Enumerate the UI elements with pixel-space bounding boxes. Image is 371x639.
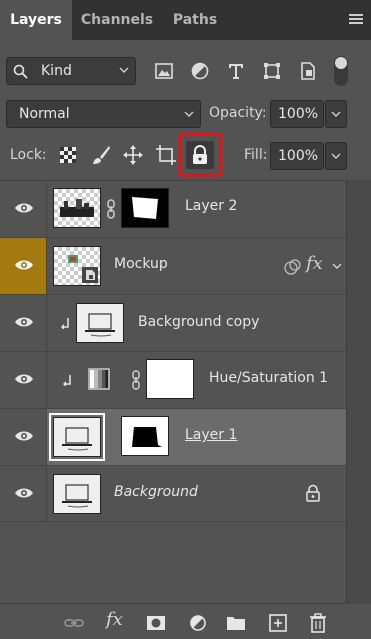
layer-name[interactable]: Background	[114, 484, 198, 500]
fx-label[interactable]: fx	[306, 253, 323, 274]
tab-paths[interactable]: Paths	[162, 0, 228, 40]
layer-name[interactable]: Background copy	[138, 314, 259, 330]
image-filter-icon[interactable]	[153, 60, 175, 82]
opacity-input[interactable]: 100%	[270, 100, 324, 128]
new-group-icon[interactable]	[225, 612, 247, 634]
lock-artboard-icon[interactable]	[154, 143, 178, 167]
layer-thumbnail[interactable]	[76, 303, 124, 343]
layer-thumbnail[interactable]	[53, 246, 101, 286]
opacity-dropdown[interactable]	[325, 100, 347, 128]
fill-input[interactable]: 100%	[270, 142, 324, 170]
layer-row-layer-1[interactable]: Layer 1	[0, 408, 346, 465]
delete-layer-icon[interactable]	[307, 612, 329, 634]
clipping-mask-icon	[61, 318, 69, 329]
layer-thumbnail[interactable]	[53, 474, 101, 514]
hue-saturation-icon[interactable]	[88, 368, 110, 390]
layer-mask-thumbnail[interactable]	[121, 188, 169, 228]
shape-filter-icon[interactable]	[261, 60, 283, 82]
fx-icon[interactable]: fx	[106, 609, 123, 630]
blend-mode-label: Normal	[19, 106, 70, 122]
adjustment-filter-icon[interactable]	[189, 60, 211, 82]
chevron-down-icon	[331, 153, 341, 159]
lock-icon[interactable]	[305, 484, 321, 502]
layer-row-hue-saturation-1[interactable]: Hue/Saturation 1	[0, 351, 346, 408]
layers-scrollbar[interactable]	[346, 180, 371, 603]
eye-icon	[15, 260, 33, 270]
layers-bottom-toolbar: fx	[0, 603, 371, 639]
eye-icon	[15, 374, 33, 384]
eye-icon	[15, 488, 33, 498]
panel-tab-bar: Layers Channels Paths	[0, 0, 371, 40]
layer-row-mockup[interactable]: Mockup fx	[0, 237, 346, 294]
add-mask-icon[interactable]	[145, 612, 167, 634]
clipping-mask-icon	[63, 375, 71, 386]
layer-row-background-copy[interactable]: Background copy	[0, 294, 346, 351]
lock-all-highlight	[178, 133, 222, 177]
smart-object-filter-icon[interactable]	[297, 60, 319, 82]
visibility-toggle[interactable]	[0, 352, 47, 408]
layers-list: Layer 2 Mockup fx Background copy Hue/Sa…	[0, 180, 346, 603]
panel-menu-icon[interactable]	[349, 14, 363, 26]
blend-mode-select[interactable]: Normal	[6, 100, 201, 128]
layer-name[interactable]: Hue/Saturation 1	[209, 370, 328, 386]
lock-position-icon[interactable]	[121, 143, 145, 167]
layer-name[interactable]: Layer 1	[185, 427, 237, 443]
visibility-toggle[interactable]	[0, 409, 47, 465]
filter-toggle[interactable]	[334, 56, 348, 86]
visibility-toggle[interactable]	[0, 466, 47, 522]
tab-layers[interactable]: Layers	[0, 0, 72, 40]
chevron-down-icon	[119, 67, 129, 73]
lock-transparent-pixels-icon[interactable]	[56, 143, 80, 167]
layer-mask-thumbnail[interactable]	[121, 416, 169, 456]
layer-mask-thumbnail[interactable]	[146, 359, 194, 399]
layer-name[interactable]: Layer 2	[185, 198, 237, 214]
layer-row-background[interactable]: Background	[0, 465, 346, 522]
link-layers-icon[interactable]	[63, 612, 85, 634]
link-icon[interactable]	[131, 370, 141, 390]
type-filter-icon[interactable]	[225, 60, 247, 82]
eye-icon	[15, 317, 33, 327]
new-layer-icon[interactable]	[267, 612, 289, 634]
chevron-down-icon	[184, 111, 194, 117]
fill-label: Fill:	[244, 147, 268, 163]
visibility-toggle[interactable]	[0, 295, 47, 351]
visibility-toggle[interactable]	[0, 181, 47, 237]
kind-filter-select[interactable]: Kind	[6, 57, 136, 85]
lock-label: Lock:	[10, 147, 47, 163]
fill-dropdown[interactable]	[325, 142, 347, 170]
chevron-down-icon	[331, 111, 341, 117]
layer-name[interactable]: Mockup	[114, 256, 168, 272]
link-icon[interactable]	[106, 199, 116, 219]
eye-icon	[15, 431, 33, 441]
eye-icon	[15, 203, 33, 213]
search-icon	[13, 64, 28, 79]
adjustment-layer-icon[interactable]	[187, 612, 209, 634]
chevron-down-icon[interactable]	[332, 262, 342, 270]
layer-thumbnail[interactable]	[53, 188, 101, 228]
layer-row-layer-2[interactable]: Layer 2	[0, 180, 346, 237]
kind-filter-label: Kind	[41, 63, 72, 79]
tab-channels[interactable]: Channels	[72, 0, 162, 40]
layer-thumbnail[interactable]	[49, 413, 105, 461]
visibility-toggle[interactable]	[0, 238, 47, 294]
layer-effects-icon[interactable]	[284, 258, 302, 276]
opacity-label: Opacity:	[209, 105, 267, 121]
lock-image-pixels-icon[interactable]	[89, 143, 113, 167]
